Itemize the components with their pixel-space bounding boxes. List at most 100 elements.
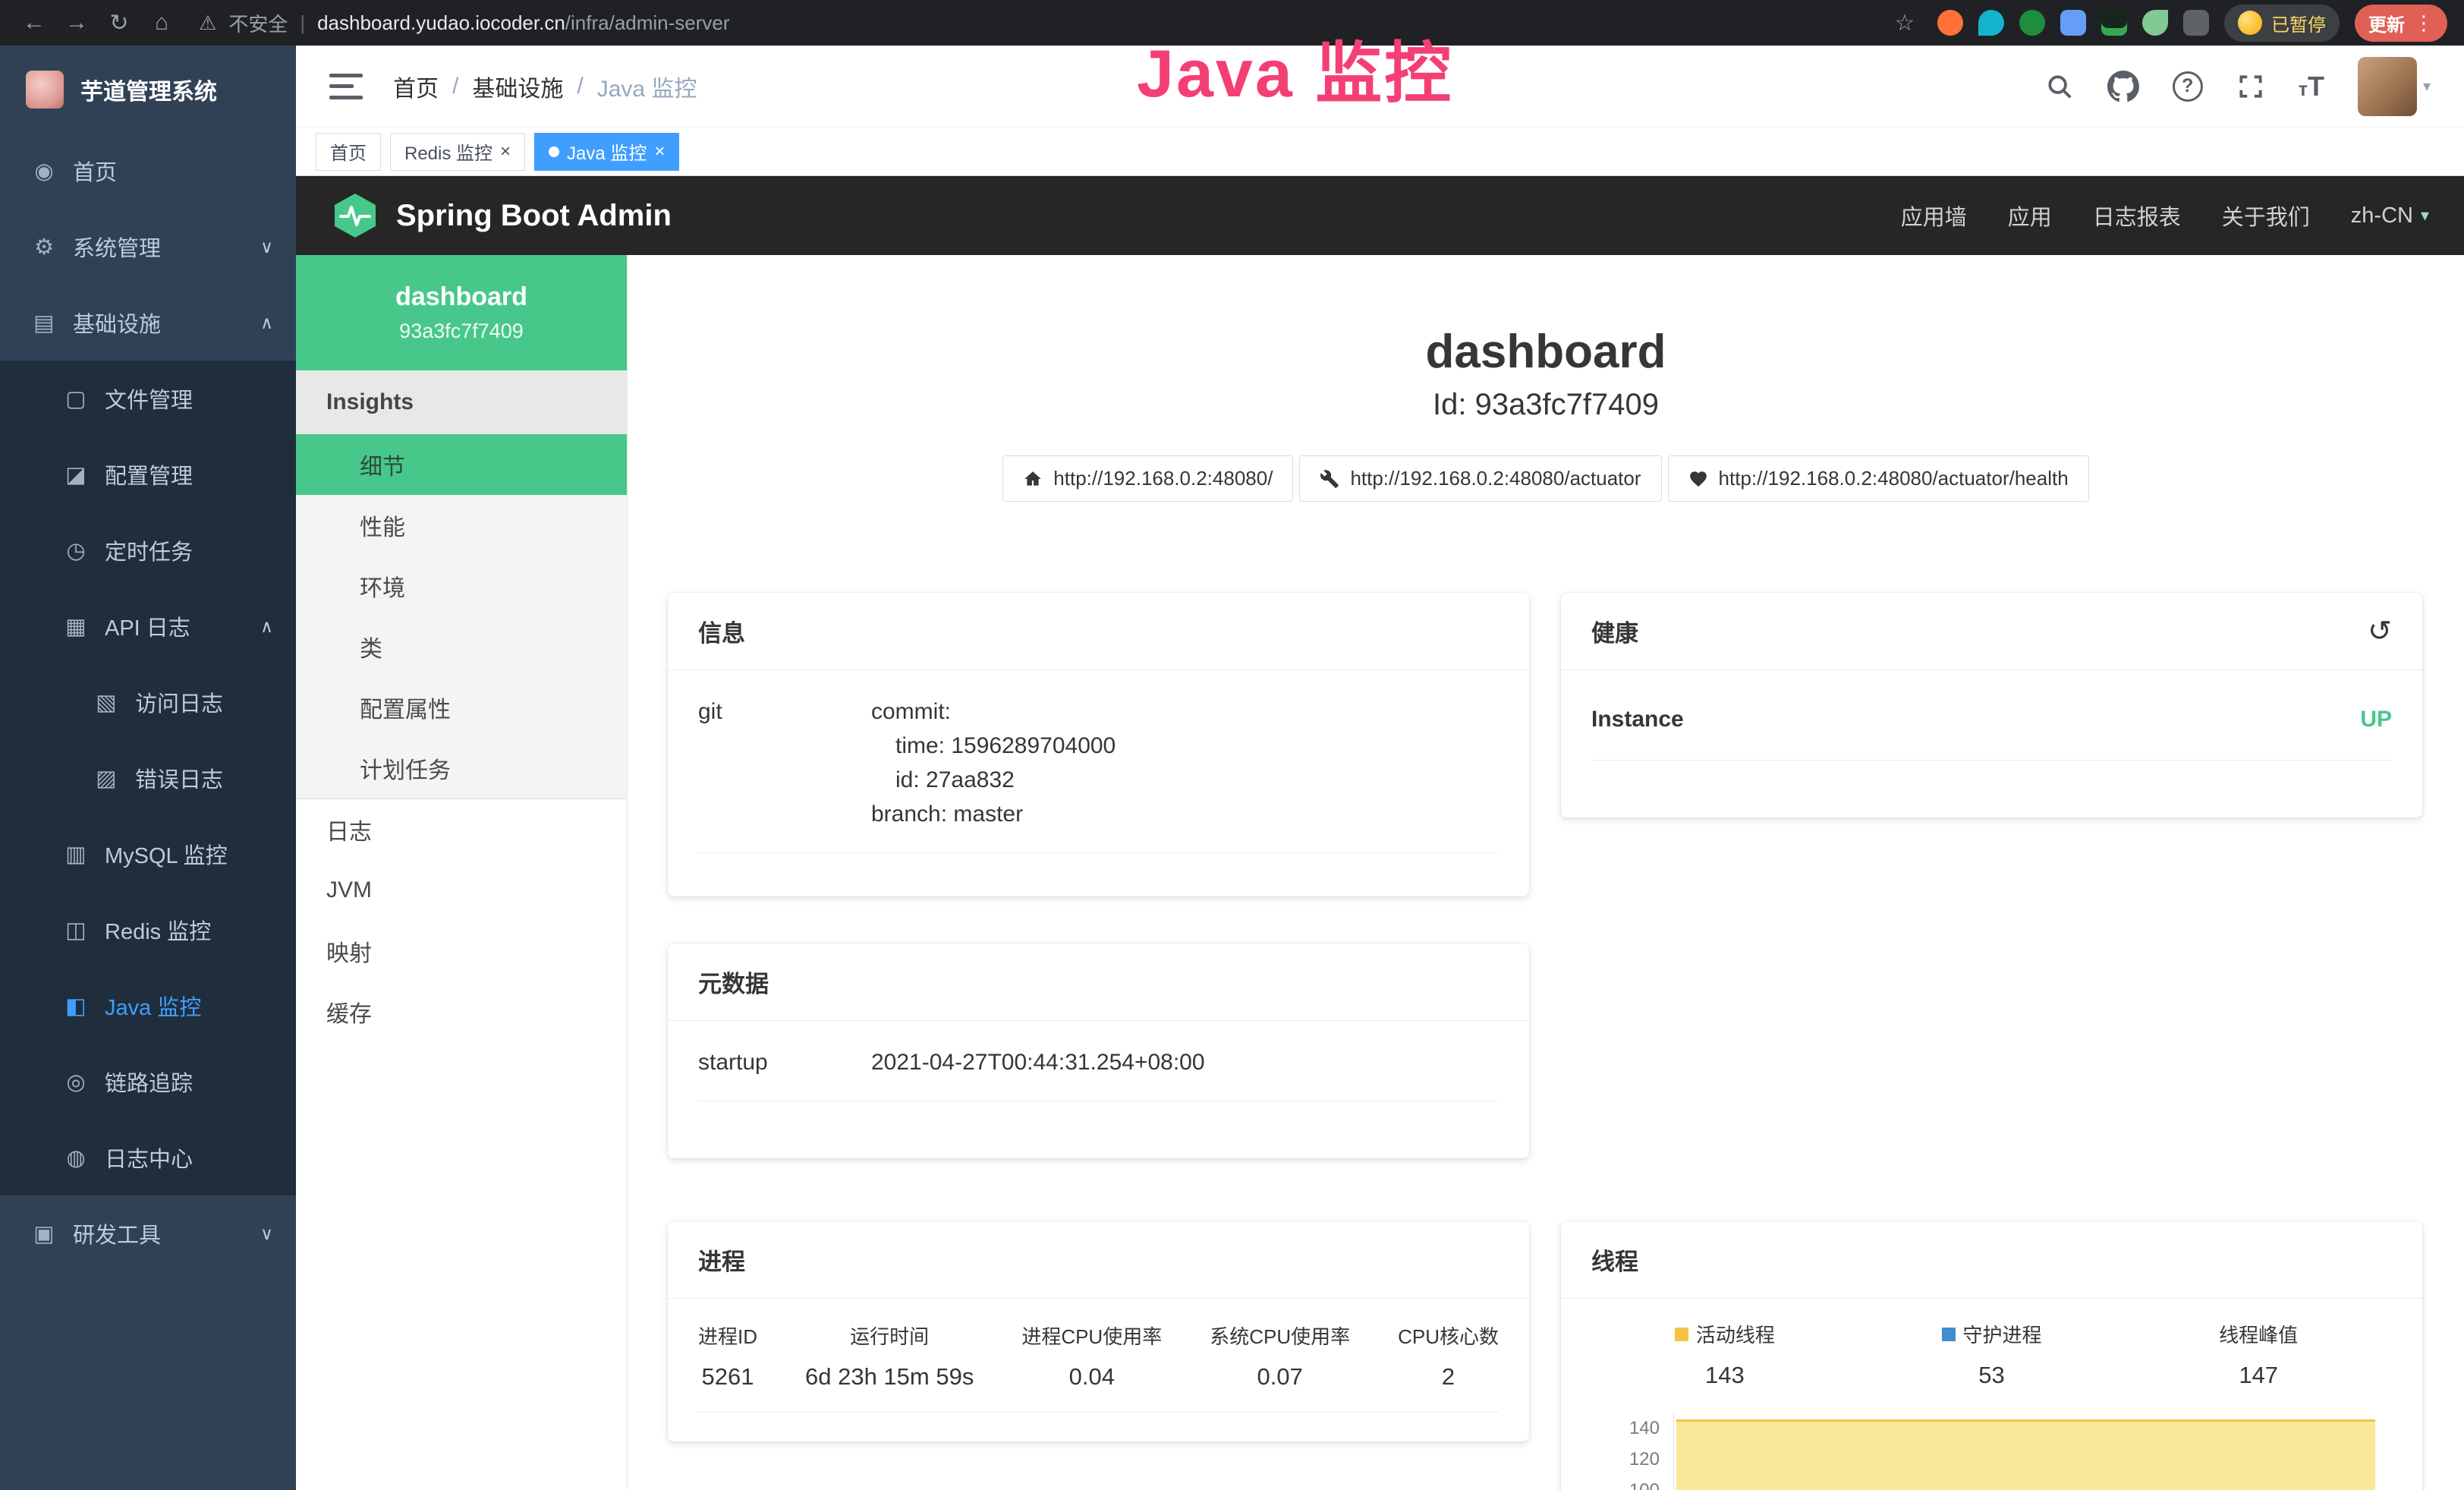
service-url-link[interactable]: http://192.168.0.2:48080/ [1002, 455, 1293, 502]
sba-menu-mappings[interactable]: 映射 [296, 921, 627, 981]
sba-menu-config-props[interactable]: 配置属性 [296, 677, 627, 738]
redis-icon: ◫ [59, 917, 93, 943]
github-icon[interactable] [2107, 71, 2139, 102]
sidebar-item-mysql-monitor[interactable]: ▥ MySQL 监控 [0, 816, 296, 892]
tab-label: 首页 [330, 138, 367, 165]
tab-redis-monitor[interactable]: Redis 监控 × [390, 133, 525, 171]
sba-menu-caches[interactable]: 缓存 [296, 981, 627, 1042]
sidebar-item-java-monitor[interactable]: ◧ Java 监控 [0, 968, 296, 1044]
url-host: dashboard.yudao.iocoder.cn [317, 11, 565, 34]
extension-icon[interactable] [2142, 10, 2168, 36]
sidebar-item-scheduled-jobs[interactable]: ◷ 定时任务 [0, 512, 296, 588]
back-icon[interactable]: ← [17, 5, 52, 40]
sidebar-item-home[interactable]: ◉ 首页 [0, 133, 296, 209]
health-url-link[interactable]: http://192.168.0.2:48080/actuator/health [1668, 455, 2089, 502]
mysql-icon: ▥ [59, 841, 93, 868]
sba-menu-classes[interactable]: 类 [296, 616, 627, 677]
sidebar-item-log-center[interactable]: ◍ 日志中心 [0, 1120, 296, 1195]
sba-menu-details[interactable]: 细节 [296, 434, 627, 495]
threads-col-peak: 线程峰值 147 [2125, 1320, 2392, 1389]
tags-bar: 首页 Redis 监控 × Java 监控 × [296, 128, 2464, 176]
sba-locale-label: zh-CN [2351, 203, 2413, 228]
info-row-git: git commit: time: 1596289704000 id: 27aa… [698, 670, 1499, 853]
health-heart-icon [1688, 469, 1708, 489]
address-bar[interactable]: ⚠ 不安全 | dashboard.yudao.iocoder.cn/infra… [199, 9, 1868, 37]
browser-chrome: ← → ↻ ⌂ ⚠ 不安全 | dashboard.yudao.iocoder.… [0, 0, 2464, 46]
forward-icon[interactable]: → [59, 5, 94, 40]
threads-card: 线程 活动线程 143 [1561, 1221, 2422, 1490]
metadata-key: startup [698, 1045, 871, 1079]
sba-locale-select[interactable]: zh-CN ▾ [2351, 203, 2429, 228]
git-commit-label: commit: [871, 695, 1116, 729]
metadata-card-title: 元数据 [698, 965, 769, 999]
browser-menu-icon[interactable]: ⋮ [2414, 11, 2434, 35]
extension-icon[interactable] [1978, 10, 2004, 36]
tab-home[interactable]: 首页 [316, 133, 381, 171]
sba-nav-applications[interactable]: 应用 [2008, 200, 2052, 232]
sidebar-item-config-mgmt[interactable]: ◪ 配置管理 [0, 436, 296, 512]
sidebar-item-file-mgmt[interactable]: ▢ 文件管理 [0, 361, 296, 436]
sba-nav-wallboard[interactable]: 应用墙 [1901, 200, 1967, 232]
legend-label: 守护进程 [1963, 1320, 2042, 1348]
browser-actions: ☆ 已暂停 更新 ⋮ [1887, 5, 2447, 42]
sba-brand[interactable]: Spring Boot Admin [331, 191, 672, 240]
extension-icon[interactable] [1937, 10, 1963, 36]
sba-menu-jvm[interactable]: JVM [296, 860, 627, 921]
actuator-url-link[interactable]: http://192.168.0.2:48080/actuator [1299, 455, 1661, 502]
sba-menu-metrics[interactable]: 性能 [296, 495, 627, 556]
browser-home-icon[interactable]: ⌂ [144, 5, 179, 40]
user-menu[interactable]: ▾ [2358, 57, 2431, 116]
page-title: dashboard [628, 325, 2464, 379]
close-icon[interactable]: × [654, 143, 665, 161]
profile-paused-chip[interactable]: 已暂停 [2224, 5, 2340, 42]
caret-down-icon: ▾ [2421, 206, 2429, 225]
bookmark-star-icon[interactable]: ☆ [1887, 5, 1922, 40]
sba-nav-about[interactable]: 关于我们 [2222, 200, 2310, 232]
process-col-pid: 进程ID 5261 [698, 1321, 757, 1391]
sidebar-item-system[interactable]: ⚙ 系统管理 ∨ [0, 209, 296, 285]
sidebar-item-access-logs[interactable]: ▧ 访问日志 [0, 664, 296, 740]
dashboard-icon: ◉ [27, 158, 61, 184]
help-icon[interactable]: ? [2173, 71, 2203, 102]
instance-id-line: Id: 93a3fc7f7409 [628, 388, 2464, 422]
sidebar-item-api-logs[interactable]: ▦ API 日志 ∧ [0, 588, 296, 664]
font-size-icon[interactable]: тT [2299, 71, 2324, 102]
sidebar-item-label: API 日志 [105, 610, 190, 642]
info-card-header: 信息 [668, 593, 1529, 670]
sba-nav-journal[interactable]: 日志报表 [2093, 200, 2181, 232]
extension-icon[interactable] [2183, 10, 2209, 36]
breadcrumb-infrastructure[interactable]: 基础设施 [472, 70, 563, 103]
refresh-icon[interactable]: ↻ [102, 5, 137, 40]
search-icon[interactable] [2045, 72, 2074, 101]
close-icon[interactable]: × [500, 143, 511, 161]
sba-menu-logs[interactable]: 日志 [296, 799, 627, 860]
breadcrumb: 首页 / 基础设施 / Java 监控 [393, 70, 697, 103]
health-row-label: Instance [1591, 707, 1684, 732]
sidebar-item-dev-tools[interactable]: ▣ 研发工具 ∨ [0, 1195, 296, 1271]
chevron-up-icon: ∧ [260, 313, 273, 333]
process-card-title: 进程 [698, 1243, 745, 1277]
sba-menu-scheduled-tasks[interactable]: 计划任务 [296, 738, 627, 799]
hamburger-icon[interactable] [329, 74, 363, 99]
sidebar-item-tracing[interactable]: ◎ 链路追踪 [0, 1044, 296, 1120]
fullscreen-icon[interactable] [2236, 72, 2265, 101]
file-icon: ▢ [59, 386, 93, 412]
git-branch: branch: master [871, 797, 1116, 831]
sidebar-item-error-logs[interactable]: ▨ 错误日志 [0, 740, 296, 816]
col-header: 进程CPU使用率 [1021, 1321, 1162, 1350]
history-icon[interactable]: ↺ [2368, 614, 2392, 648]
sidebar-item-infrastructure[interactable]: ▤ 基础设施 ∧ [0, 285, 296, 361]
sba-menu-environment[interactable]: 环境 [296, 556, 627, 616]
sba-instance-header[interactable]: dashboard 93a3fc7f7409 [296, 255, 627, 370]
threads-col-live: 活动线程 143 [1591, 1320, 1858, 1389]
sidebar-item-redis-monitor[interactable]: ◫ Redis 监控 [0, 892, 296, 968]
browser-update-button[interactable]: 更新 ⋮ [2355, 5, 2447, 42]
extension-icon[interactable] [2019, 10, 2045, 36]
app-logo-row[interactable]: 芋道管理系统 [0, 46, 296, 133]
extension-icon[interactable] [2060, 10, 2086, 36]
browser-nav: ← → ↻ ⌂ [17, 5, 179, 40]
breadcrumb-home[interactable]: 首页 [393, 70, 439, 103]
tab-java-monitor[interactable]: Java 监控 × [534, 133, 679, 171]
extension-icon[interactable] [2101, 10, 2127, 36]
info-value: commit: time: 1596289704000 id: 27aa832 … [871, 695, 1116, 831]
